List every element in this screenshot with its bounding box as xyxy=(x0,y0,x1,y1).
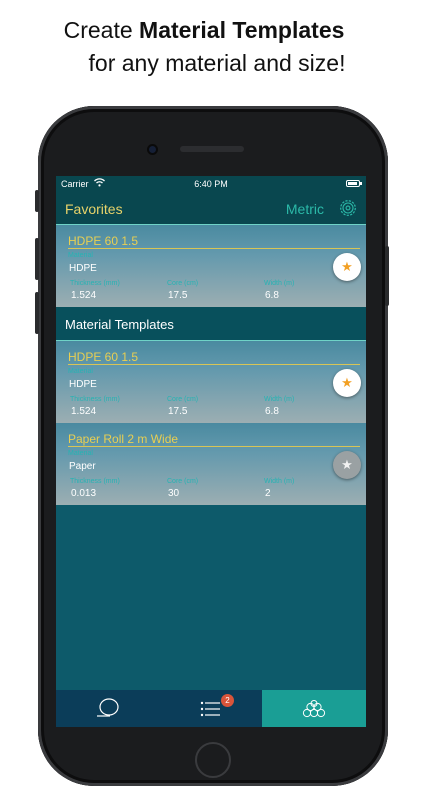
width-label: Width (m) xyxy=(264,478,295,485)
card-divider xyxy=(68,364,360,365)
status-bar: Carrier 6:40 PM xyxy=(56,176,366,192)
card-divider xyxy=(68,248,360,249)
favorite-toggle-button[interactable]: ★ xyxy=(333,253,361,281)
promo-line-1: Create Material Templates xyxy=(0,14,422,47)
tab-roll[interactable] xyxy=(56,690,159,727)
width-value: 2 xyxy=(265,488,271,499)
material-value: Paper xyxy=(69,461,96,472)
volume-down-button xyxy=(35,292,39,334)
width-label: Width (m) xyxy=(264,396,295,403)
star-icon: ★ xyxy=(341,457,353,472)
thickness-value: 1.524 xyxy=(71,290,97,301)
thickness-label: Thickness (mm) xyxy=(70,280,120,287)
volume-up-button xyxy=(35,238,39,280)
thickness-value: 1.524 xyxy=(71,406,97,417)
core-value: 30 xyxy=(168,488,180,499)
promo-prefix: Create xyxy=(63,17,140,43)
material-label: Material xyxy=(68,450,93,457)
list-icon xyxy=(200,701,220,717)
core-value: 17.5 xyxy=(168,406,188,417)
promo-bold: Material Templates xyxy=(139,17,345,43)
card-title: HDPE 60 1.5 xyxy=(68,350,139,364)
section-title: Material Templates xyxy=(65,317,174,332)
promo-line-2: for any material and size! xyxy=(88,50,346,76)
star-icon: ★ xyxy=(341,259,353,274)
mute-switch xyxy=(35,190,39,212)
home-button xyxy=(195,742,231,778)
material-value: HDPE xyxy=(69,263,97,274)
star-icon: ★ xyxy=(341,375,353,390)
template-card[interactable]: Paper Roll 2 m Wide Material Paper Thick… xyxy=(56,423,366,505)
card-title: HDPE 60 1.5 xyxy=(68,234,139,248)
material-label: Material xyxy=(68,368,93,375)
favorite-toggle-button[interactable]: ★ xyxy=(333,369,361,397)
unit-toggle[interactable]: Metric xyxy=(286,201,324,217)
tab-bar: 2 xyxy=(56,690,366,727)
card-title: Paper Roll 2 m Wide xyxy=(68,432,179,446)
earpiece-speaker xyxy=(180,146,244,152)
tab-list[interactable]: 2 xyxy=(159,690,262,727)
thickness-label: Thickness (mm) xyxy=(70,396,120,403)
promo-headline: Create Material Templates for any materi… xyxy=(0,14,422,80)
core-label: Core (cm) xyxy=(167,280,199,287)
width-value: 6.8 xyxy=(265,290,279,301)
app-screen: Carrier 6:40 PM Favorites Metric HDPE 60… xyxy=(56,176,366,727)
roll-icon xyxy=(97,698,119,717)
notification-badge: 2 xyxy=(221,694,234,707)
card-divider xyxy=(68,446,360,447)
tab-stack[interactable] xyxy=(262,690,366,727)
section-header-templates: Material Templates xyxy=(56,307,366,341)
template-card[interactable]: HDPE 60 1.5 Material HDPE Thickness (mm)… xyxy=(56,341,366,423)
battery-icon xyxy=(346,180,362,187)
nav-bar: Favorites Metric xyxy=(56,192,366,225)
core-label: Core (cm) xyxy=(167,478,199,485)
thickness-label: Thickness (mm) xyxy=(70,478,120,485)
thickness-value: 0.013 xyxy=(71,488,97,499)
clock: 6:40 PM xyxy=(194,179,228,189)
core-label: Core (cm) xyxy=(167,396,199,403)
width-label: Width (m) xyxy=(264,280,295,287)
width-value: 6.8 xyxy=(265,406,279,417)
stack-icon xyxy=(302,700,326,718)
material-value: HDPE xyxy=(69,379,97,390)
front-camera xyxy=(149,146,156,153)
material-label: Material xyxy=(68,252,93,259)
settings-gear-icon[interactable] xyxy=(339,199,357,217)
core-value: 17.5 xyxy=(168,290,188,301)
favorite-card[interactable]: HDPE 60 1.5 Material HDPE Thickness (mm)… xyxy=(56,225,366,307)
favorite-toggle-button[interactable]: ★ xyxy=(333,451,361,479)
power-button xyxy=(385,246,389,306)
nav-title: Favorites xyxy=(65,201,123,217)
